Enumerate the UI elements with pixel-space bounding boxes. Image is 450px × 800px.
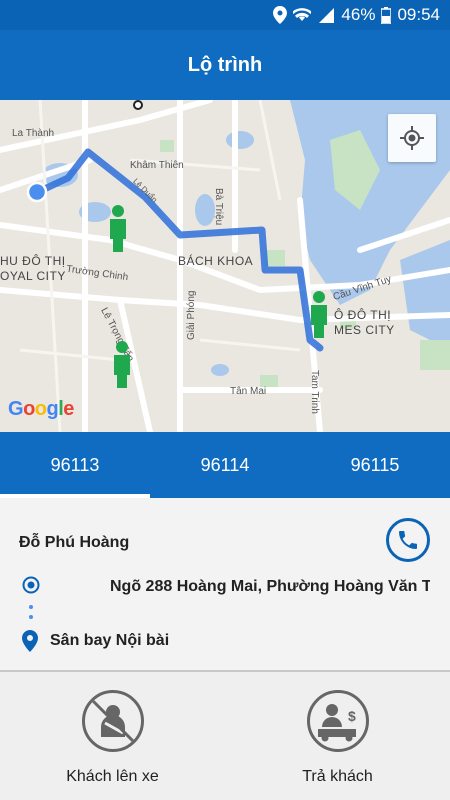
route-dots (29, 605, 33, 619)
destination-address: Sân bay Nội bài (50, 632, 170, 649)
app-bar: Lộ trình (0, 30, 450, 100)
map-label: Tam Trinh (309, 370, 320, 414)
pickup-address: Ngõ 288 Hoàng Mai, Phường Hoàng Văn Thụ (110, 578, 430, 595)
trip-details: Đỗ Phú Hoàng Ngõ 288 Hoàng Mai, Phường H… (0, 498, 450, 670)
pickup-point-icon (22, 576, 40, 594)
map-label: HU ĐÔ THỊ (0, 254, 66, 268)
wifi-icon (293, 8, 312, 21)
trip-tabs: 96113 96114 96115 (0, 432, 450, 498)
seatbelt-icon (81, 690, 144, 752)
page-title: Lộ trình (187, 53, 263, 76)
google-logo: Google (8, 398, 74, 420)
call-button[interactable] (386, 518, 430, 562)
clock: 09:54 (397, 5, 440, 24)
svg-text:$: $ (348, 708, 356, 724)
signal-icon (319, 8, 335, 23)
drop-off-label: Trả khách (302, 768, 373, 785)
car-payment-icon: $ (306, 690, 369, 752)
map-label: Khâm Thiên (130, 160, 184, 171)
phone-icon (399, 531, 417, 549)
action-bar: Khách lên xe $ Trả khách (0, 672, 450, 800)
tab-96114[interactable]: 96114 (150, 432, 300, 498)
route-map[interactable]: La Thành Khâm Thiên Bà Triệu BÁCH KHOA H… (0, 100, 450, 432)
tab-96115[interactable]: 96115 (300, 432, 450, 498)
crosshair-icon (400, 126, 424, 150)
passenger-boarded-button[interactable]: Khách lên xe (0, 672, 225, 800)
my-location-button[interactable] (388, 114, 436, 162)
location-icon (273, 6, 288, 24)
driver-marker-icon[interactable] (307, 290, 331, 338)
map-label: Bà Triệu (213, 188, 224, 226)
driver-marker-icon[interactable] (110, 340, 134, 388)
battery-percent: 46% (341, 5, 376, 24)
map-label: OYAL CITY (0, 269, 66, 283)
map-label: BÁCH KHOA (178, 254, 254, 268)
map-label: MES CITY (334, 323, 395, 337)
customer-name: Đỗ Phú Hoàng (19, 534, 130, 551)
status-bar: 46% 09:54 (0, 0, 450, 30)
drop-off-button[interactable]: $ Trả khách (225, 672, 450, 800)
destination-pin-icon (22, 630, 38, 652)
tab-96113[interactable]: 96113 (0, 432, 150, 498)
map-label: Giải Phóng (186, 290, 197, 340)
driver-marker-icon[interactable] (106, 204, 130, 252)
map-label: Tân Mai (230, 386, 267, 397)
map-label: La Thành (12, 128, 55, 139)
battery-icon (381, 6, 392, 24)
map-label: Ô ĐÔ THỊ (334, 308, 392, 322)
passenger-boarded-label: Khách lên xe (66, 768, 159, 785)
